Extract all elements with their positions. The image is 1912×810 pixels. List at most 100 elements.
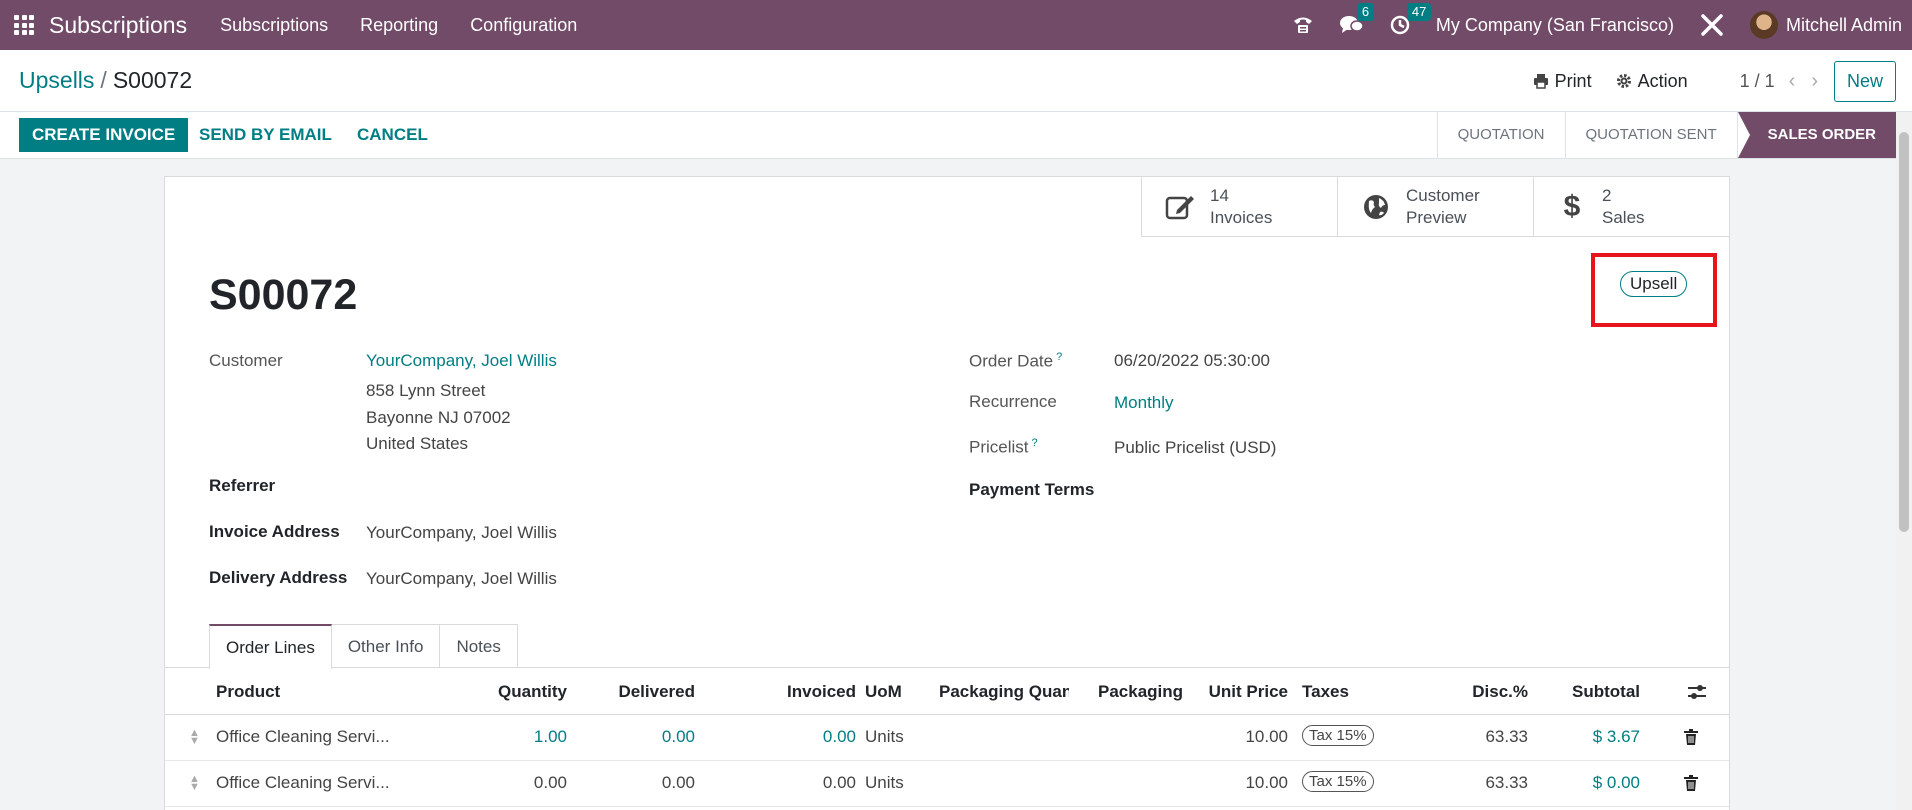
row-subtotal: $ 0.00 xyxy=(1592,773,1640,792)
recurrence-label: Recurrence xyxy=(969,392,1057,411)
breadcrumb-upsells[interactable]: Upsells xyxy=(19,67,94,93)
record-title: S00072 xyxy=(209,271,358,319)
globe-icon xyxy=(1360,193,1392,221)
col-delivered[interactable]: Delivered xyxy=(565,682,695,702)
chevron-left-icon[interactable]: ‹ xyxy=(1789,70,1796,93)
row-invoiced[interactable]: 0.00 xyxy=(745,727,856,747)
trash-icon[interactable] xyxy=(1684,775,1698,796)
col-invoiced[interactable]: Invoiced xyxy=(745,682,856,702)
action-button[interactable]: Action xyxy=(1616,71,1688,92)
apps-menu-icon[interactable] xyxy=(14,15,34,35)
row-unit-price[interactable]: 10.00 xyxy=(1185,773,1288,793)
tab-order-lines[interactable]: Order Lines xyxy=(209,624,332,669)
stage-quotation-sent[interactable]: QUOTATION SENT xyxy=(1564,112,1737,158)
referrer-label: Referrer xyxy=(209,476,276,495)
recurrence-value[interactable]: Monthly xyxy=(1114,393,1174,413)
row-delivered[interactable]: 0.00 xyxy=(565,773,695,793)
preview-label-line1: Customer xyxy=(1406,186,1480,205)
edit-icon xyxy=(1164,193,1196,221)
delivery-address-label: Delivery Address xyxy=(209,568,348,587)
stage-quotation[interactable]: QUOTATION xyxy=(1436,112,1565,158)
col-discount[interactable]: Disc.% xyxy=(1365,682,1528,702)
action-label: Action xyxy=(1637,70,1688,91)
top-navbar: Subscriptions Subscriptions Reporting Co… xyxy=(0,0,1912,50)
menu-subscriptions[interactable]: Subscriptions xyxy=(220,15,328,36)
row-quantity[interactable]: 0.00 xyxy=(455,773,567,793)
col-packaging[interactable]: Packaging xyxy=(1098,682,1183,702)
column-settings-icon[interactable] xyxy=(1687,684,1707,705)
row-uom[interactable]: Units xyxy=(865,773,904,793)
row-discount[interactable]: 63.33 xyxy=(1365,727,1528,747)
invoices-smart-button[interactable]: 14 Invoices xyxy=(1141,177,1337,237)
col-quantity[interactable]: Quantity xyxy=(455,682,567,702)
pricelist-value[interactable]: Public Pricelist (USD) xyxy=(1114,438,1276,458)
row-quantity[interactable]: 1.00 xyxy=(455,727,567,747)
print-button[interactable]: Print xyxy=(1533,71,1592,92)
row-tax-badge[interactable]: Tax 15% xyxy=(1302,771,1374,792)
sales-smart-button[interactable]: $ 2 Sales xyxy=(1533,177,1729,237)
stage-sales-order[interactable]: SALES ORDER xyxy=(1736,112,1896,158)
drag-handle-icon[interactable]: ▲ ▼ xyxy=(189,774,200,793)
user-menu[interactable]: Mitchell Admin xyxy=(1786,15,1902,36)
breadcrumb: Upsells / S00072 xyxy=(19,67,192,94)
address-line-3: United States xyxy=(366,434,469,453)
table-row[interactable]: ▲ ▼ Office Cleaning Servi... 1.00 0.00 0.… xyxy=(165,715,1729,761)
activities-badge: 47 xyxy=(1406,3,1432,21)
col-product[interactable]: Product xyxy=(216,682,280,702)
send-by-email-button[interactable]: SEND BY EMAIL xyxy=(199,118,332,152)
invoices-count: 14 xyxy=(1210,186,1229,205)
delivery-address-field[interactable]: YourCompany, Joel Willis xyxy=(366,569,557,589)
help-icon[interactable]: ? xyxy=(1032,437,1038,449)
col-uom[interactable]: UoM xyxy=(865,682,902,702)
menu-configuration[interactable]: Configuration xyxy=(470,15,577,36)
col-taxes[interactable]: Taxes xyxy=(1302,682,1349,702)
invoice-address-label: Invoice Address xyxy=(209,522,340,541)
invoice-address-field[interactable]: YourCompany, Joel Willis xyxy=(366,523,557,543)
scrollbar-thumb[interactable] xyxy=(1899,132,1909,532)
col-packaging-quantity[interactable]: Packaging Quan... xyxy=(939,682,1069,702)
action-bar: CREATE INVOICE SEND BY EMAIL CANCEL QUOT… xyxy=(0,112,1912,159)
dollar-icon: $ xyxy=(1563,190,1581,223)
new-button[interactable]: New xyxy=(1833,60,1896,102)
activities-icon[interactable]: 47 xyxy=(1390,3,1432,35)
payment-terms-label: Payment Terms xyxy=(969,480,1095,499)
vertical-scrollbar[interactable] xyxy=(1896,112,1912,810)
customer-preview-smart-button[interactable]: Customer Preview xyxy=(1337,177,1533,237)
cancel-button[interactable]: CANCEL xyxy=(357,118,428,152)
avatar[interactable] xyxy=(1749,11,1778,39)
drag-handle-icon[interactable]: ▲ ▼ xyxy=(189,728,200,747)
order-date-value[interactable]: 06/20/2022 05:30:00 xyxy=(1114,351,1270,371)
row-invoiced[interactable]: 0.00 xyxy=(745,773,856,793)
upsell-tag: Upsell xyxy=(1620,271,1688,297)
row-tax-badge[interactable]: Tax 15% xyxy=(1302,725,1374,746)
print-icon xyxy=(1533,74,1548,89)
row-subtotal: $ 3.67 xyxy=(1592,727,1640,746)
customer-label: Customer xyxy=(209,351,283,370)
row-product[interactable]: Office Cleaning Servi... xyxy=(216,727,390,747)
tab-notes[interactable]: Notes xyxy=(439,624,518,668)
chevron-right-icon[interactable]: › xyxy=(1811,70,1818,93)
help-icon[interactable]: ? xyxy=(1056,351,1062,363)
col-subtotal[interactable]: Subtotal xyxy=(1533,682,1640,702)
row-unit-price[interactable]: 10.00 xyxy=(1185,727,1288,747)
row-uom[interactable]: Units xyxy=(865,727,904,747)
company-switcher[interactable]: My Company (San Francisco) xyxy=(1436,15,1674,36)
tools-icon[interactable] xyxy=(1700,13,1724,37)
row-discount[interactable]: 63.33 xyxy=(1365,773,1528,793)
app-name[interactable]: Subscriptions xyxy=(49,12,187,39)
trash-icon[interactable] xyxy=(1684,729,1698,750)
table-row[interactable]: ▲ ▼ Office Cleaning Servi... 0.00 0.00 0.… xyxy=(165,761,1729,807)
tab-other-info[interactable]: Other Info xyxy=(330,624,441,668)
messages-icon[interactable]: 6 xyxy=(1339,3,1375,35)
pager-value[interactable]: 1 / 1 xyxy=(1740,71,1775,92)
phone-icon[interactable] xyxy=(1292,15,1314,35)
customer-link[interactable]: YourCompany, Joel Willis xyxy=(366,351,557,371)
row-delivered[interactable]: 0.00 xyxy=(565,727,695,747)
col-unit-price[interactable]: Unit Price xyxy=(1185,682,1288,702)
gear-icon xyxy=(1616,74,1631,88)
menu-reporting[interactable]: Reporting xyxy=(360,15,438,36)
row-product[interactable]: Office Cleaning Servi... xyxy=(216,773,390,793)
notebook-tabs: Order Lines Other Info Notes xyxy=(209,624,518,669)
create-invoice-button[interactable]: CREATE INVOICE xyxy=(19,118,189,152)
form-sheet: 14 Invoices Customer Preview $ 2 Sales S000… xyxy=(164,176,1730,810)
